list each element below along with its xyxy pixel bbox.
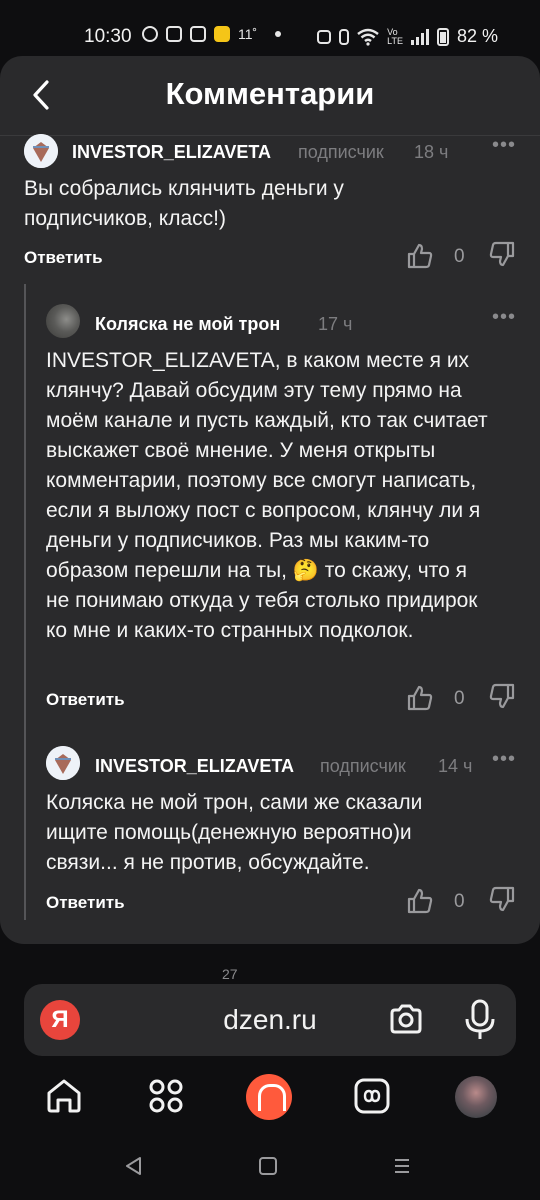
home-square-icon[interactable]: [256, 1154, 280, 1178]
alice-assistant-button[interactable]: [246, 1074, 292, 1120]
status-temperature: 11˚: [238, 26, 258, 42]
battery-percent: 82 %: [456, 26, 498, 46]
likes-count: 0: [454, 688, 465, 709]
tabs-icon: [354, 1078, 390, 1114]
comment-time: 14 ч: [438, 756, 473, 776]
reply-button[interactable]: Ответить: [46, 893, 125, 913]
sheet-header: Комментарии: [0, 56, 540, 136]
check-icon: [142, 26, 158, 42]
recents-icon[interactable]: [390, 1154, 414, 1178]
dislike-button[interactable]: [488, 885, 516, 913]
mail-icon: [166, 26, 182, 42]
avatar[interactable]: [46, 304, 80, 338]
browser-url-bar[interactable]: Я dzen.ru: [24, 984, 516, 1056]
status-system-icons: Vo LTE 82 %: [317, 26, 498, 47]
comment-badge: подписчик: [320, 756, 406, 776]
status-notification-icons: 11˚: [142, 26, 282, 42]
volte-icon: Vo LTE: [387, 26, 403, 46]
thumb-down-icon: [489, 886, 515, 912]
avatar[interactable]: [24, 134, 58, 168]
thumb-down-icon: [489, 241, 515, 267]
thread-line: [24, 284, 26, 920]
camera-icon[interactable]: [386, 1000, 426, 1040]
thumb-up-icon: [407, 243, 433, 269]
page-title: Комментарии: [165, 76, 375, 111]
comment-author[interactable]: INVESTOR_ELIZAVETA: [95, 756, 294, 777]
dislike-button[interactable]: [488, 682, 516, 710]
medical-icon: [190, 26, 206, 42]
avatar[interactable]: [46, 746, 80, 780]
battery-icon: [436, 27, 449, 46]
avatar-emblem-icon: [46, 746, 80, 780]
thumb-down-icon: [489, 683, 515, 709]
home-icon: [47, 1079, 81, 1113]
likes-count: 0: [454, 891, 465, 912]
comment-author[interactable]: INVESTOR_ELIZAVETA: [72, 142, 271, 163]
comment-time: 18 ч: [414, 142, 449, 162]
reply-button[interactable]: Ответить: [24, 248, 103, 268]
status-time: 10:30: [84, 26, 132, 47]
comment-badge: подписчик: [298, 142, 384, 162]
avatar-emblem-icon: [24, 134, 58, 168]
wifi-icon: [357, 28, 379, 46]
likes-count: 0: [454, 246, 465, 267]
like-button[interactable]: [406, 887, 434, 915]
profile-avatar[interactable]: [455, 1076, 497, 1118]
like-button[interactable]: [406, 684, 434, 712]
more-options-button[interactable]: •••: [492, 748, 516, 771]
nav-tabs-button[interactable]: [352, 1076, 392, 1116]
signal-icon: [410, 28, 429, 45]
grid-icon: [149, 1079, 183, 1113]
vibrate-icon: [339, 28, 350, 45]
nav-home-button[interactable]: [44, 1076, 84, 1116]
page-counter: 27: [222, 966, 238, 982]
microphone-icon[interactable]: [460, 998, 500, 1042]
more-options-button[interactable]: •••: [492, 134, 516, 157]
system-navigation-bar: [0, 1136, 540, 1200]
more-notifications-icon: [275, 31, 282, 37]
bottom-navigation: [0, 1070, 540, 1130]
comments-sheet: Комментарии INVESTOR_ELIZAVETA подписчик…: [0, 56, 540, 944]
comment-time: 17 ч: [318, 314, 353, 334]
thumb-up-icon: [407, 888, 433, 914]
like-button[interactable]: [406, 242, 434, 270]
back-triangle-icon[interactable]: [122, 1154, 146, 1178]
dislike-button[interactable]: [488, 240, 516, 268]
comment-text: Коляска не мой трон, сами же сказали ищи…: [46, 791, 423, 874]
app-notification-icon: [214, 26, 230, 42]
url-text[interactable]: dzen.ru: [24, 1004, 516, 1036]
comment-text: Вы собрались клянчить деньги у подписчик…: [24, 177, 344, 230]
thumb-up-icon: [407, 685, 433, 711]
nav-services-button[interactable]: [146, 1076, 186, 1116]
comment-text: INVESTOR_ELIZAVETA, в каком месте я их к…: [46, 349, 488, 642]
reply-button[interactable]: Ответить: [46, 690, 125, 710]
more-options-button[interactable]: •••: [492, 306, 516, 329]
nfc-icon: [317, 29, 332, 44]
comment-author[interactable]: Коляска не мой трон: [95, 314, 280, 335]
